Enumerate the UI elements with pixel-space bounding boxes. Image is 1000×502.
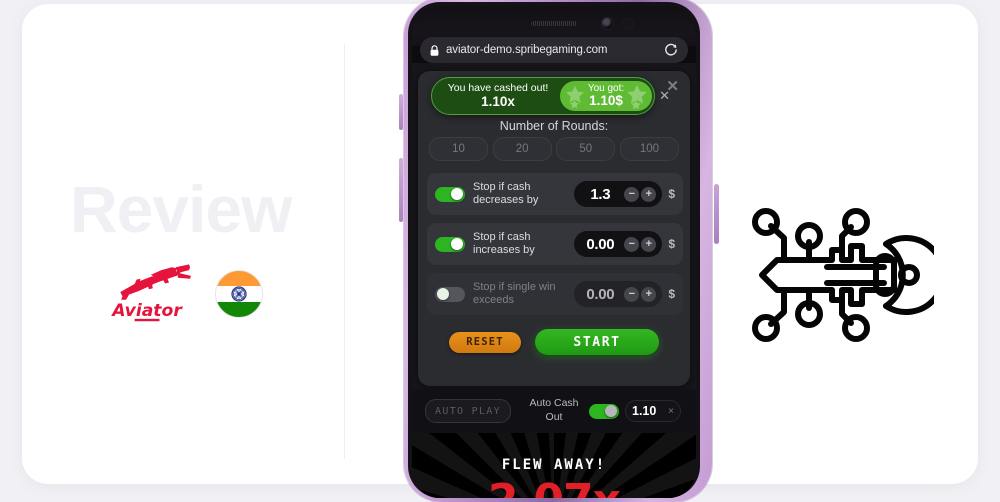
decrement-button[interactable]: − — [624, 286, 640, 302]
auto-cash-out-input[interactable]: 1.10 × — [625, 400, 681, 422]
option-label-line2: decreases by — [473, 194, 539, 206]
clear-icon[interactable]: × — [668, 406, 674, 417]
game-bottom-bar: AUTO PLAY Auto Cash Out 1.10 × — [412, 389, 696, 433]
option-label-line1: Stop if single win — [473, 281, 556, 294]
cashout-toast-close-icon[interactable]: ✕ — [659, 88, 670, 104]
rounds-options: 10 20 50 100 — [429, 137, 679, 161]
numeric-value: 1.3 — [590, 185, 611, 203]
auto-cash-out-label: Auto Cash Out — [525, 397, 583, 424]
option-label-cash-increases: Stop if cash increases by — [473, 231, 559, 257]
browser-url-text: aviator-demo.spribegaming.com — [446, 44, 608, 56]
svg-text:Aviator: Aviator — [110, 301, 183, 321]
toggle-knob — [437, 288, 449, 300]
earpiece-speaker — [531, 21, 577, 26]
reset-button[interactable]: RESET — [449, 331, 521, 353]
star-icon — [570, 99, 579, 109]
auto-play-button[interactable]: AUTO PLAY — [425, 399, 511, 423]
increment-button[interactable]: + — [641, 186, 657, 202]
auto-cash-out-label-line2: Out — [545, 411, 563, 423]
digital-circuit-key-icon — [752, 208, 934, 342]
option-row-single-win: Stop if single win exceeds 0.00 − + $ — [427, 273, 683, 315]
numeric-stepper-cash-decreases[interactable]: 1.3 − + — [574, 181, 663, 207]
browser-address-bar[interactable]: aviator-demo.spribegaming.com — [420, 37, 688, 63]
screenshot-root: Review Aviator aviator-demo.spribegaming… — [0, 0, 1000, 502]
toggle-knob — [451, 188, 463, 200]
numeric-value: 0.00 — [586, 285, 615, 303]
option-label-line1: Stop if cash — [473, 231, 531, 244]
flew-away-multiplier: 2.07x — [412, 475, 696, 498]
autoplay-settings-panel: AUTOPLAY ✕ You have cashed out! 1.10x — [418, 71, 690, 386]
option-row-cash-decreases: Stop if cash decreases by 1.3 − + $ — [427, 173, 683, 215]
numeric-value: 0.00 — [586, 235, 615, 253]
star-icon — [631, 100, 641, 110]
aviator-logo: Aviator — [110, 264, 191, 322]
cashout-win-pill: You got: 1.10$ — [560, 81, 652, 111]
decrement-button[interactable]: − — [624, 186, 640, 202]
proximity-sensor — [624, 19, 633, 28]
rounds-option-50[interactable]: 50 — [556, 137, 616, 161]
option-label-line2: increases by — [473, 244, 535, 256]
flew-away-status: FLEW AWAY! — [501, 457, 607, 473]
round-result-area: FLEW AWAY! 2.07x — [412, 433, 696, 498]
rounds-option-10[interactable]: 10 — [429, 137, 488, 161]
reload-icon[interactable] — [664, 43, 678, 57]
phone-volume-down-button[interactable] — [399, 158, 403, 222]
start-button[interactable]: START — [535, 329, 659, 355]
option-label-line2: exceeds — [473, 294, 514, 306]
india-flag-icon — [215, 270, 263, 318]
front-camera — [602, 18, 613, 29]
phone-power-button[interactable] — [714, 184, 719, 244]
numeric-stepper-cash-increases[interactable]: 0.00 − + — [574, 231, 663, 257]
auto-cash-out-toggle[interactable] — [589, 403, 619, 419]
decrement-button[interactable]: − — [624, 236, 640, 252]
auto-cash-out-value: 1.10 — [632, 404, 657, 418]
cashout-toast: You have cashed out! 1.10x You got: 1.10… — [431, 77, 670, 115]
cashout-pill-amount: 1.10$ — [589, 93, 623, 109]
phone-mockup: aviator-demo.spribegaming.com AUTOPLAY ✕… — [399, 0, 719, 502]
brand-logos: Aviator — [105, 262, 263, 326]
currency-symbol: $ — [668, 187, 675, 201]
numeric-stepper-single-win[interactable]: 0.00 − + — [574, 281, 663, 307]
lock-icon — [430, 44, 439, 56]
phone-volume-up-button[interactable] — [399, 94, 403, 130]
review-watermark: Review — [70, 172, 292, 246]
increment-button[interactable]: + — [641, 236, 657, 252]
panel-action-buttons: RESET START — [418, 329, 690, 355]
currency-symbol: $ — [668, 287, 675, 301]
currency-symbol: $ — [668, 237, 675, 251]
phone-screen: aviator-demo.spribegaming.com AUTOPLAY ✕… — [412, 6, 696, 498]
rounds-label: Number of Rounds: — [499, 119, 609, 133]
auto-cash-out-label-line1: Auto Cash — [529, 397, 579, 410]
toggle-stop-if-cash-decreases[interactable] — [435, 186, 465, 202]
increment-button[interactable]: + — [641, 286, 657, 302]
option-label-single-win: Stop if single win exceeds — [473, 281, 559, 307]
toggle-knob — [451, 238, 463, 250]
option-label-cash-decreases: Stop if cash decreases by — [473, 181, 559, 207]
vertical-divider — [344, 44, 345, 459]
cashout-toast-multiplier: 1.10x — [481, 94, 515, 110]
rounds-option-100[interactable]: 100 — [619, 137, 679, 161]
toggle-knob — [605, 405, 617, 417]
cashout-toast-text: You have cashed out! 1.10x — [432, 82, 560, 110]
cashout-toast-message: You have cashed out! — [447, 82, 549, 95]
option-label-line1: Stop if cash — [473, 181, 531, 194]
game-viewport: AUTOPLAY ✕ You have cashed out! 1.10x — [412, 63, 696, 498]
option-row-cash-increases: Stop if cash increases by 0.00 − + $ — [427, 223, 683, 265]
toggle-stop-if-cash-increases[interactable] — [435, 236, 465, 252]
toggle-stop-if-single-win-exceeds[interactable] — [435, 286, 465, 302]
rounds-option-20[interactable]: 20 — [492, 137, 552, 161]
